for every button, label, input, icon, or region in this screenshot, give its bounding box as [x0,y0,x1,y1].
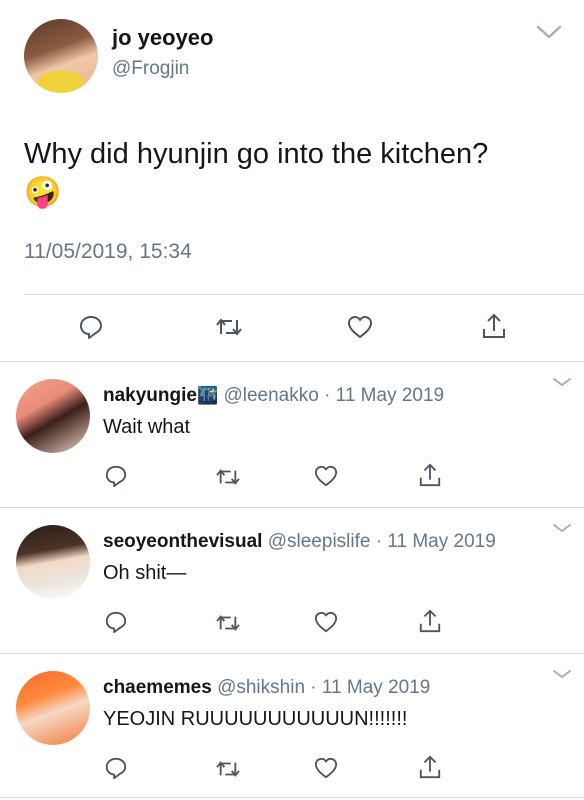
reply-date[interactable]: 11 May 2019 [322,677,430,698]
main-timestamp[interactable]: 11/05/2019, 15:34 [24,240,192,264]
section-divider [0,361,584,362]
share-icon[interactable] [418,608,442,634]
reply-text: Oh shit— [103,562,187,584]
heart-icon[interactable] [346,314,374,340]
avatar[interactable] [16,379,90,453]
chevron-down-icon[interactable] [552,523,572,533]
reply-text: Wait what [103,416,191,438]
chevron-down-icon[interactable] [552,377,572,387]
share-icon[interactable] [418,754,442,780]
reply-icon[interactable] [78,314,104,340]
reply-divider [0,797,584,798]
reply-icon[interactable] [104,610,128,634]
retweet-icon[interactable] [214,612,242,634]
verified-badge-icon: 🌃 [196,386,219,406]
reply-display-name[interactable]: nakyungie [103,385,197,406]
avatar[interactable] [16,671,90,745]
reply-handle[interactable]: @shikshin [217,677,305,698]
heart-icon[interactable] [313,610,339,634]
reply-text: YEOJIN RUUUUUUUUUUUN!!!!!!! [103,708,408,730]
main-tweet-emoji: 🤪 [24,175,62,210]
separator-dot: · [310,677,317,698]
separator-dot: · [324,385,331,406]
heart-icon[interactable] [313,464,339,488]
main-avatar[interactable] [24,19,98,93]
chevron-down-icon[interactable] [552,669,572,679]
reply-display-name[interactable]: seoyeonthevisual [103,531,262,552]
reply-icon[interactable] [104,756,128,780]
main-divider [24,294,584,295]
share-icon[interactable] [418,462,442,488]
reply-handle[interactable]: @sleepislife [268,531,371,552]
main-handle[interactable]: @Frogjin [112,58,189,80]
chevron-down-icon[interactable] [536,24,562,40]
reply-display-name[interactable]: chaememes [103,677,212,698]
reply-icon[interactable] [104,464,128,488]
share-icon[interactable] [481,312,507,340]
heart-icon[interactable] [313,756,339,780]
reply-date[interactable]: 11 May 2019 [387,531,495,552]
main-display-name[interactable]: jo yeoyeo [112,25,213,51]
avatar[interactable] [16,525,90,599]
avatar-shirt [38,71,84,93]
retweet-icon[interactable] [214,466,242,488]
main-tweet-text: Why did hyunjin go into the kitchen? [24,138,489,170]
retweet-icon[interactable] [214,758,242,780]
retweet-icon[interactable] [214,315,244,339]
reply-date[interactable]: 11 May 2019 [336,385,444,406]
reply-divider [0,653,584,654]
separator-dot: · [375,531,383,552]
reply-handle[interactable]: @leenakko [223,385,318,406]
reply-divider [0,507,584,508]
